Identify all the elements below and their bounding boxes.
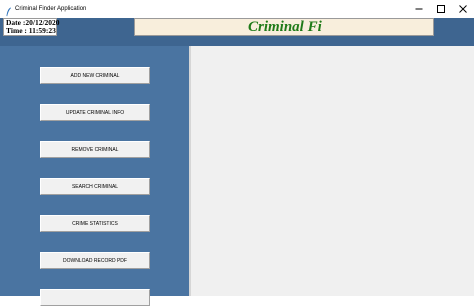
window-titlebar: Criminal Finder Application <box>0 0 474 18</box>
maximize-icon <box>437 0 445 18</box>
close-button[interactable] <box>452 0 474 18</box>
update-criminal-info-button[interactable]: UPDATE CRIMINAL INFO <box>40 104 150 121</box>
feather-icon <box>5 4 12 17</box>
close-icon <box>459 0 467 18</box>
search-criminal-button[interactable]: SEARCH CRIMINAL <box>40 178 150 195</box>
remove-criminal-button[interactable]: REMOVE CRIMINAL <box>40 141 150 158</box>
app-title-banner: Criminal Fi <box>134 18 434 36</box>
crime-statistics-button[interactable]: CRIME STATISTICS <box>40 215 150 232</box>
time-label: Time : 11:59:23 <box>6 26 56 35</box>
datetime-panel: Date :20/12/2020 Time : 11:59:23 <box>3 18 60 36</box>
main-content-area <box>189 46 474 296</box>
download-record-pdf-button[interactable]: DOWNLOAD RECORD PDF <box>40 252 150 269</box>
window-title: Criminal Finder Application <box>15 6 87 12</box>
app-title: Criminal Fi <box>248 19 322 35</box>
minimize-icon <box>415 0 423 18</box>
add-new-criminal-button[interactable]: ADD NEW CRIMINAL <box>40 67 150 84</box>
panel-divider <box>189 46 191 296</box>
maximize-button[interactable] <box>430 0 452 18</box>
minimize-button[interactable] <box>408 0 430 18</box>
partially-visible-button[interactable] <box>40 289 150 306</box>
